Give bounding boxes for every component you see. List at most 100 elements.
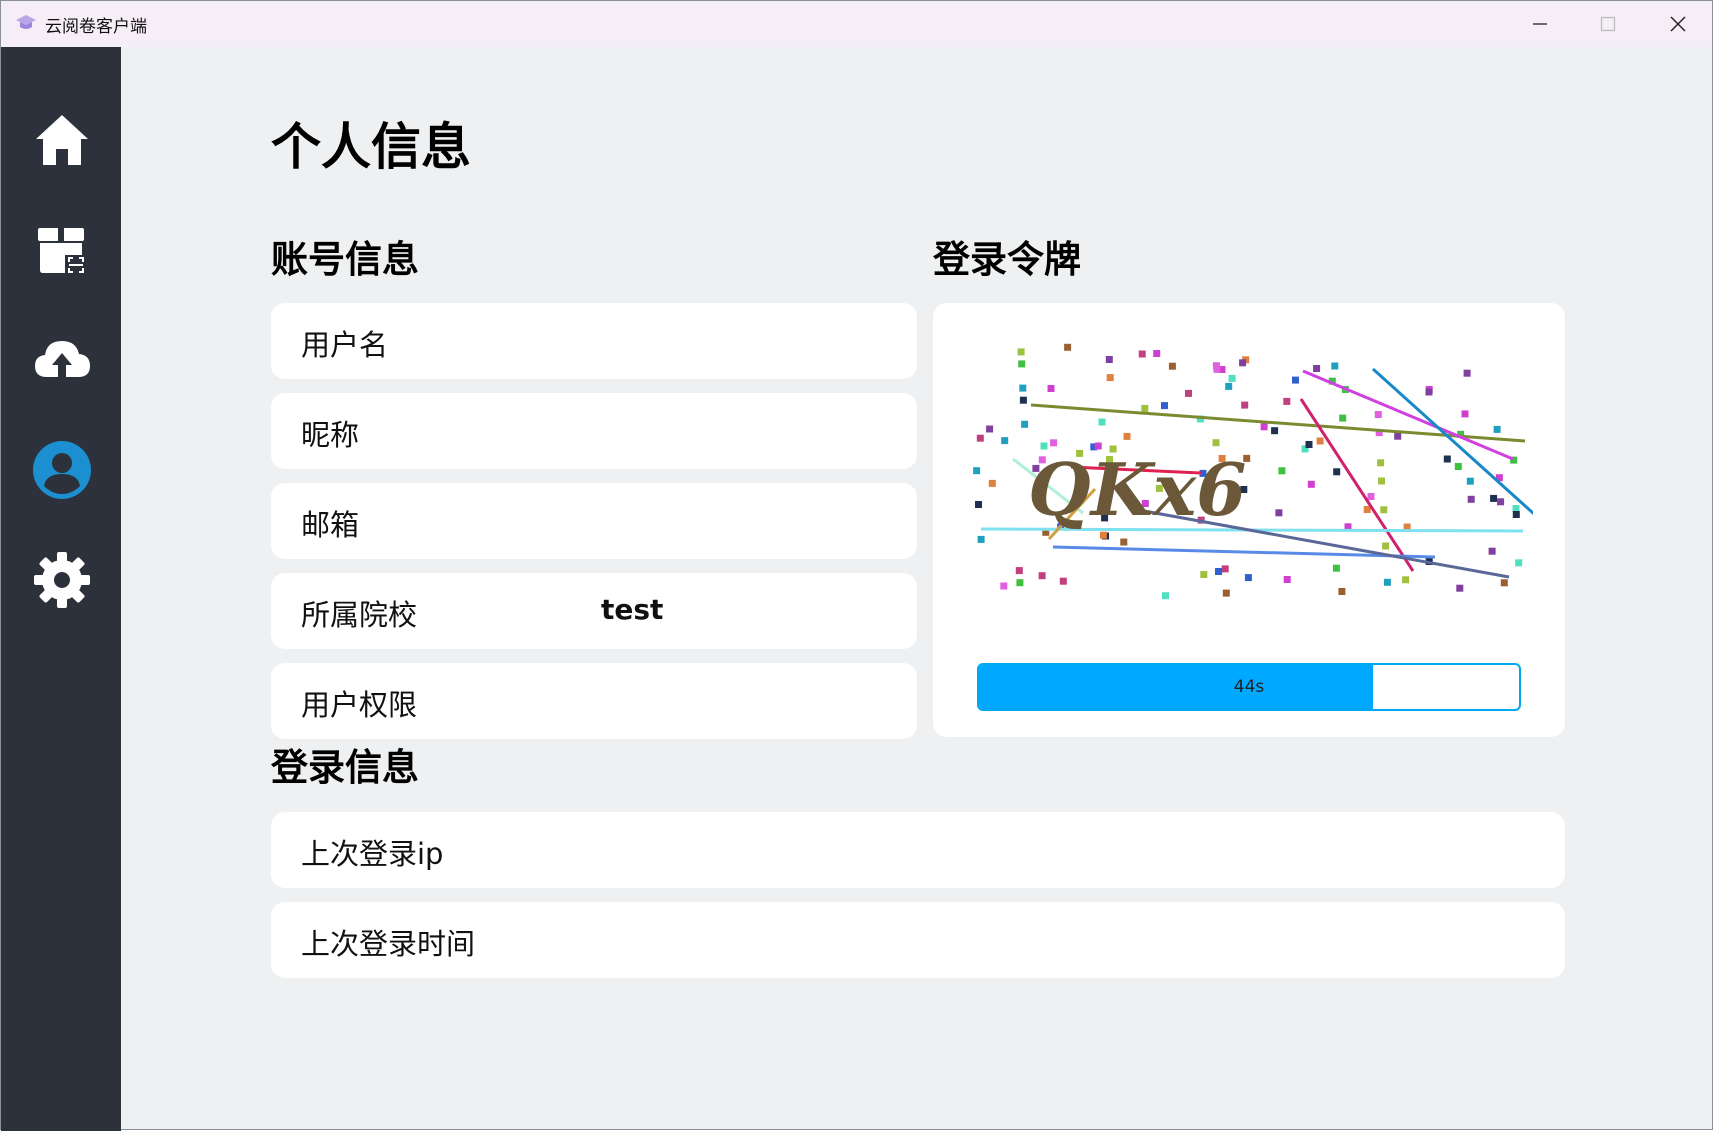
field-label: 上次登录ip	[301, 837, 444, 871]
captcha-noise-dot	[1305, 441, 1313, 448]
captcha-noise-dot	[1378, 477, 1385, 485]
captcha-noise-dot	[1275, 509, 1283, 517]
captcha-noise-dot	[1463, 369, 1471, 377]
captcha-noise-dot	[1200, 571, 1208, 578]
token-section-title: 登录令牌	[933, 238, 1081, 281]
captcha-noise-dot	[1382, 542, 1390, 550]
close-icon	[1670, 16, 1686, 32]
sidebar-item-scan[interactable]	[31, 219, 93, 281]
captcha-noise-dot	[1283, 397, 1291, 405]
captcha-noise-dot	[1019, 396, 1027, 404]
email-field: 邮箱	[271, 483, 917, 559]
minimize-button[interactable]	[1506, 1, 1574, 47]
captcha-noise-dot	[1225, 382, 1233, 390]
captcha-noise-dot	[1162, 592, 1169, 600]
captcha-noise-dot	[1038, 572, 1046, 580]
captcha-noise-dot	[975, 501, 982, 508]
captcha-noise-dot	[1316, 437, 1324, 445]
captcha-noise-dot	[1454, 463, 1462, 470]
captcha-noise-dot	[1292, 376, 1299, 384]
captcha-noise-dot	[1402, 576, 1410, 584]
captcha-noise-dot	[1271, 427, 1279, 435]
field-label: 所属院校	[301, 598, 418, 632]
captcha-noise-dot	[1123, 432, 1131, 440]
field-value: test	[601, 593, 664, 626]
account-section-title: 账号信息	[271, 238, 419, 281]
captcha-noise-dot	[1000, 582, 1008, 590]
captcha-noise-dot	[1138, 350, 1146, 358]
captcha-noise-dot	[1212, 362, 1220, 370]
sidebar-item-profile[interactable]	[31, 439, 93, 501]
captcha-noise-dot	[1185, 389, 1192, 397]
window-title: 云阅卷客户端	[45, 17, 147, 37]
captcha-noise-dot	[1228, 374, 1236, 382]
field-label: 用户权限	[301, 688, 418, 722]
scan-package-icon	[38, 228, 84, 273]
captcha-noise-dot	[1313, 365, 1321, 372]
captcha-noise-dot	[1466, 477, 1474, 485]
captcha-noise-dot	[1512, 505, 1520, 512]
maximize-button[interactable]	[1574, 1, 1642, 47]
title-bar[interactable]: 云阅卷客户端	[1, 1, 1712, 47]
app-window: 云阅卷客户端 个人信息 账号信息 登录令牌 用户名 昵称 邮箱 所属院校 tes…	[0, 0, 1713, 1131]
captcha-noise-dot	[986, 425, 994, 433]
captcha-noise-dot	[1443, 455, 1451, 463]
captcha-noise-dot	[1467, 495, 1475, 503]
captcha-noise-dot	[1244, 574, 1252, 582]
captcha-noise-dot	[1120, 538, 1128, 546]
sidebar	[1, 47, 121, 1131]
captcha-noise-dot	[1222, 589, 1230, 597]
sidebar-item-upload[interactable]	[31, 329, 93, 391]
home-icon	[36, 115, 88, 165]
captcha-noise-dot	[1332, 564, 1340, 572]
captcha-noise-dot	[1239, 359, 1247, 367]
permission-field: 用户权限	[271, 663, 917, 739]
captcha-noise-dot	[977, 535, 985, 543]
captcha-noise-dot	[1338, 588, 1346, 595]
captcha-noise-dot	[1333, 468, 1341, 476]
captcha-noise-dot	[1490, 494, 1498, 502]
token-countdown-bar: 44s	[977, 663, 1521, 711]
countdown-label: 44s	[1233, 677, 1265, 697]
captcha-noise-dot	[1497, 498, 1505, 506]
captcha-noise-dot	[1050, 439, 1058, 447]
captcha-noise-dot	[1106, 374, 1114, 382]
gear-icon	[34, 552, 90, 608]
captcha-image[interactable]: QKx6	[973, 343, 1533, 613]
captcha-text: QKx6	[1028, 447, 1246, 532]
token-card: QKx6 44s	[933, 303, 1565, 737]
minimize-icon	[1533, 23, 1547, 25]
captcha-noise-dot	[1500, 579, 1508, 587]
school-field: 所属院校 test	[271, 573, 917, 649]
captcha-noise-dot	[1215, 568, 1222, 575]
captcha-noise-dot	[1019, 384, 1027, 392]
field-label: 邮箱	[301, 508, 360, 542]
field-label: 用户名	[301, 328, 389, 362]
captcha-noise-dot	[1425, 388, 1433, 396]
sidebar-item-settings[interactable]	[31, 549, 93, 611]
cloud-upload-icon	[35, 341, 90, 377]
captcha-noise-dot	[1212, 439, 1220, 447]
sidebar-item-home[interactable]	[31, 109, 93, 171]
captcha-noise-dot	[1307, 480, 1315, 488]
captcha-noise-dot	[1015, 567, 1023, 575]
captcha-noise-dot	[1001, 437, 1009, 445]
username-field: 用户名	[271, 303, 917, 379]
captcha-noise-dot	[1461, 410, 1469, 418]
captcha-noise-dot	[1283, 576, 1291, 583]
captcha-noise-dot	[1512, 511, 1520, 518]
captcha-noise-dot	[1047, 385, 1055, 392]
captcha-noise-dot	[1018, 360, 1026, 368]
page-title: 个人信息	[271, 118, 471, 176]
close-button[interactable]	[1644, 1, 1712, 47]
captcha-noise-dot	[1241, 401, 1249, 409]
captcha-noise-dot	[1339, 414, 1347, 422]
captcha-noise-dot	[1374, 411, 1382, 418]
captcha-noise-dot	[1394, 432, 1402, 440]
field-label: 上次登录时间	[301, 927, 476, 961]
captcha-noise-dot	[1488, 547, 1496, 555]
captcha-noise-dot	[1456, 584, 1464, 592]
user-icon	[33, 441, 91, 499]
login-section-title: 登录信息	[271, 746, 419, 789]
captcha-noise-dot	[1515, 559, 1523, 567]
